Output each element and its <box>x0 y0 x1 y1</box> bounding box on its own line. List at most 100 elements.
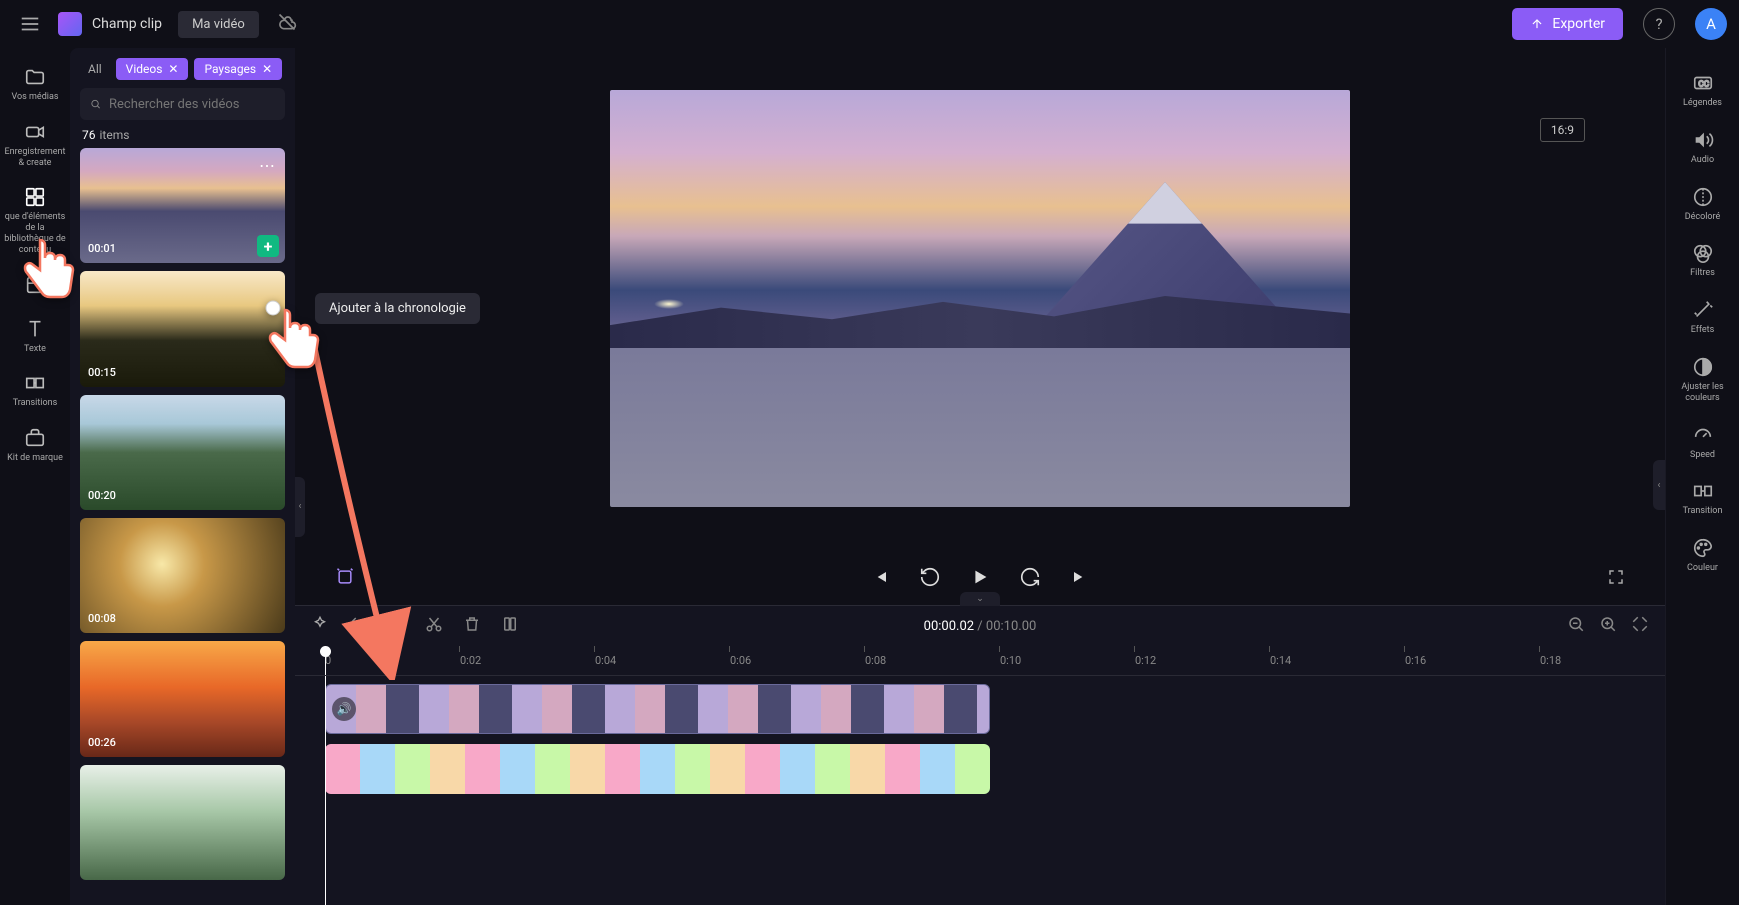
sidebar-item-brand[interactable]: Kit de marque <box>0 419 70 472</box>
ruler-tick: 0:04 <box>595 654 616 667</box>
folder-icon <box>24 66 46 88</box>
camera-icon <box>24 121 46 143</box>
magic-icon[interactable] <box>311 615 329 637</box>
aspect-ratio-chip[interactable]: 16:9 <box>1540 118 1585 142</box>
palette-icon <box>1692 537 1714 559</box>
forward-button[interactable] <box>1019 566 1041 588</box>
filter-chip-videos[interactable]: Videos ✕ <box>116 58 189 80</box>
right-sidebar: CC Légendes Audio Décoloré Filtres Effet… <box>1665 48 1739 905</box>
cut-button[interactable] <box>425 615 443 637</box>
template-icon <box>24 274 46 296</box>
search-input-wrapper[interactable] <box>80 88 285 120</box>
skip-back-button[interactable] <box>871 567 891 587</box>
playhead-line[interactable] <box>325 676 326 905</box>
menu-button[interactable] <box>12 6 48 42</box>
sidebar-item-transitions[interactable]: Transitions <box>0 364 70 417</box>
close-icon[interactable]: ✕ <box>262 62 272 76</box>
add-to-timeline-button[interactable]: + <box>257 235 279 257</box>
item-count: 76 items <box>70 128 295 148</box>
ruler-tick: 0:18 <box>1540 654 1561 667</box>
right-item-effects[interactable]: Effets <box>1666 289 1739 346</box>
sidebar-item-media[interactable]: Vos médias <box>0 58 70 111</box>
sync-off-icon[interactable] <box>277 12 297 36</box>
effect-clip[interactable] <box>325 744 990 794</box>
media-item-0[interactable]: ⋯ 00:01 + <box>80 148 285 263</box>
filter-chip-paysages[interactable]: Paysages ✕ <box>194 58 282 80</box>
skip-forward-button[interactable] <box>1069 567 1089 587</box>
search-input[interactable] <box>109 97 275 112</box>
preview-area: 16:9 <box>295 48 1665 549</box>
timeline-ruler[interactable]: 0 0:02 0:04 0:06 0:08 0:10 0:12 0:14 0:1… <box>295 646 1665 676</box>
export-button[interactable]: Exporter <box>1512 8 1623 40</box>
speaker-icon <box>1692 129 1714 151</box>
fit-button[interactable] <box>1631 615 1649 637</box>
top-bar: Champ clip Ma vidéo Exporter ? A <box>0 0 1739 48</box>
filter-all[interactable]: All <box>80 58 110 80</box>
undo-button[interactable] <box>349 615 367 637</box>
media-item-2[interactable]: 00:20 <box>80 395 285 510</box>
media-item-3[interactable]: 00:08 <box>80 518 285 633</box>
export-label: Exporter <box>1552 16 1605 32</box>
video-clip[interactable]: 🔊 <box>325 684 990 734</box>
project-name-chip[interactable]: Ma vidéo <box>178 11 259 38</box>
more-icon[interactable]: ⋯ <box>259 156 277 175</box>
play-button[interactable] <box>969 566 991 588</box>
fade-icon <box>1692 186 1714 208</box>
right-item-fade[interactable]: Décoloré <box>1666 176 1739 233</box>
stage: 16:9 ⌄ <box>295 48 1665 905</box>
media-duration: 00:08 <box>88 612 116 625</box>
app-logo-icon <box>58 12 82 36</box>
text-icon <box>24 318 46 340</box>
right-item-audio[interactable]: Audio <box>1666 119 1739 176</box>
app-title: Champ clip <box>92 16 162 32</box>
sidebar-item-library[interactable]: que d'éléments de la bibliothèque de con… <box>0 178 70 263</box>
media-item-1[interactable]: 00:15 <box>80 271 285 386</box>
playhead[interactable] <box>325 646 326 675</box>
timeline-timecode: 00:00.02 / 00:10.00 <box>924 619 1037 634</box>
zoom-in-button[interactable] <box>1599 615 1617 637</box>
media-panel: All Videos ✕ Paysages ✕ 76 items ⋯ 00:01… <box>70 48 295 905</box>
user-avatar[interactable]: A <box>1695 8 1727 40</box>
speaker-icon[interactable]: 🔊 <box>332 697 356 721</box>
rewind-button[interactable] <box>919 566 941 588</box>
ruler-tick: 0:06 <box>730 654 751 667</box>
media-duration: 00:15 <box>88 366 116 379</box>
ruler-tick: 0:08 <box>865 654 886 667</box>
media-item-5[interactable] <box>80 765 285 880</box>
right-item-filters[interactable]: Filtres <box>1666 232 1739 289</box>
ruler-tick: 0:14 <box>1270 654 1291 667</box>
fullscreen-button[interactable] <box>1607 568 1625 586</box>
media-item-4[interactable]: 00:26 <box>80 641 285 756</box>
redo-button[interactable] <box>387 615 405 637</box>
right-item-color[interactable]: Couleur <box>1666 527 1739 584</box>
right-item-transition[interactable]: Transition <box>1666 470 1739 527</box>
right-item-speed[interactable]: Speed <box>1666 414 1739 471</box>
svg-text:CC: CC <box>1698 80 1709 90</box>
enhance-icon[interactable] <box>335 567 355 587</box>
close-icon[interactable]: ✕ <box>168 62 178 76</box>
timeline-collapse-handle[interactable]: ⌄ <box>960 592 1000 606</box>
sidebar-item-text[interactable]: Texte <box>0 310 70 363</box>
ruler-tick: 0:12 <box>1135 654 1156 667</box>
shapes-icon <box>24 186 46 208</box>
zoom-out-button[interactable] <box>1567 615 1585 637</box>
left-sidebar: Vos médias Enregistrement & create que d… <box>0 48 70 905</box>
contrast-icon <box>1692 356 1714 378</box>
preview-canvas[interactable] <box>610 90 1350 506</box>
timeline: ⌄ 00:00.02 / 00:10.00 0 <box>295 605 1665 905</box>
sidebar-item-templates[interactable] <box>0 266 70 308</box>
help-button[interactable]: ? <box>1643 8 1675 40</box>
ruler-tick: 0:10 <box>1000 654 1021 667</box>
delete-button[interactable] <box>463 615 481 637</box>
ruler-tick: 0:16 <box>1405 654 1426 667</box>
sidebar-item-record[interactable]: Enregistrement & create <box>0 113 70 177</box>
split-button[interactable] <box>501 615 519 637</box>
right-item-captions[interactable]: CC Légendes <box>1666 62 1739 119</box>
wand-icon <box>1692 299 1714 321</box>
ruler-tick: 0:02 <box>460 654 481 667</box>
transitions-icon <box>24 372 46 394</box>
timeline-tracks[interactable]: 🔊 <box>295 676 1665 905</box>
upload-icon <box>1530 17 1544 31</box>
right-panel-collapse-handle[interactable]: ‹ <box>1653 460 1665 510</box>
right-item-adjust[interactable]: Ajuster les couleurs <box>1666 346 1739 414</box>
